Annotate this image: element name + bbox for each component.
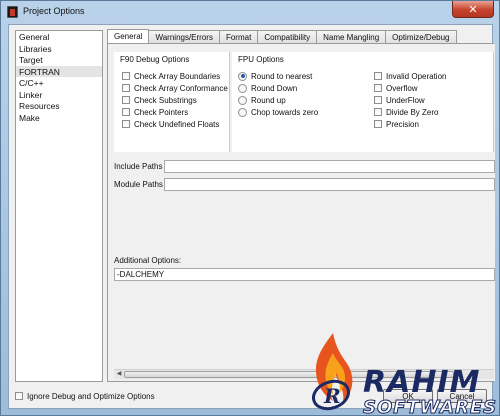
radio-round-up[interactable]: Round up — [238, 95, 286, 105]
round-up-label: Round up — [251, 95, 286, 105]
divide-by-zero-label: Divide By Zero — [386, 107, 439, 117]
overflow-label: Overflow — [386, 83, 418, 93]
include-paths-label: Include Paths — [114, 162, 163, 171]
watermark: R RAHIM SOFTWARES — [301, 323, 500, 416]
round-to-nearest-label: Round to nearest — [251, 71, 313, 81]
project-options-window: Project Options ✕ General Libraries Target… — [0, 0, 500, 416]
include-paths-input[interactable] — [164, 160, 495, 173]
tab-warnings-errors[interactable]: Warnings/Errors — [148, 30, 220, 44]
nav-item-make[interactable]: Make — [16, 112, 102, 124]
checkbox-box[interactable] — [15, 392, 23, 400]
check-substrings-label: Check Substrings — [134, 95, 197, 105]
nav-item-c-c[interactable]: C/C++ — [16, 77, 102, 89]
app-icon — [7, 6, 18, 18]
fpu-options-group: FPU Options Round to nearest Round Down Ro… — [232, 52, 494, 152]
nav-item-resources[interactable]: Resources — [16, 100, 102, 112]
check-undefined-floats-label: Check Undefined Floats — [134, 119, 220, 129]
checkbox-box[interactable] — [122, 108, 130, 116]
nav-item-linker[interactable]: Linker — [16, 89, 102, 101]
scroll-left-arrow-icon[interactable]: ◀ — [114, 370, 124, 379]
nav-item-fortran[interactable]: FORTRAN — [16, 65, 102, 77]
module-paths-label: Module Paths — [114, 180, 163, 189]
category-list: General Libraries Target FORTRAN C/C++ Linker… — [15, 30, 103, 382]
nav-item-libraries[interactable]: Libraries — [16, 43, 102, 55]
watermark-subtitle: SOFTWARES — [362, 397, 498, 416]
tab-name-mangling[interactable]: Name Mangling — [316, 30, 387, 44]
close-button[interactable]: ✕ — [452, 1, 494, 18]
tab-general[interactable]: General — [107, 29, 150, 44]
nav-item-target[interactable]: Target — [16, 54, 102, 66]
radio-circle[interactable] — [238, 107, 247, 117]
checkbox-box[interactable] — [374, 120, 382, 128]
tab-compatibility[interactable]: Compatibility — [257, 30, 318, 44]
radio-circle[interactable] — [238, 71, 247, 81]
f90-debug-title: F90 Debug Options — [120, 55, 190, 64]
tab-optimize-debug[interactable]: Optimize/Debug — [385, 30, 457, 44]
ignore-debug-checkbox[interactable]: Ignore Debug and Optimize Options — [15, 391, 155, 401]
invalid-operation-checkbox[interactable]: Invalid Operation — [374, 71, 446, 81]
title-bar[interactable]: Project Options ✕ — [1, 1, 499, 23]
check-undefined-floats-checkbox[interactable]: Check Undefined Floats — [122, 119, 219, 129]
radio-round-to-nearest[interactable]: Round to nearest — [238, 71, 312, 81]
precision-label: Precision — [386, 119, 419, 129]
check-pointers-checkbox[interactable]: Check Pointers — [122, 107, 188, 117]
tab-strip: General Warnings/Errors Format Compatibilit… — [107, 29, 457, 44]
watermark-title: RAHIM — [363, 365, 481, 400]
ignore-debug-label: Ignore Debug and Optimize Options — [27, 391, 155, 401]
checkbox-box[interactable] — [374, 72, 382, 80]
watermark-logo-letter: R — [323, 384, 341, 408]
additional-options-label: Additional Options: — [114, 256, 182, 265]
radio-circle[interactable] — [238, 83, 247, 93]
round-down-label: Round Down — [251, 83, 298, 93]
checkbox-box[interactable] — [122, 84, 130, 92]
check-array-boundaries-label: Check Array Boundaries — [134, 71, 221, 81]
additional-options-input[interactable]: -DALCHEMY — [114, 268, 495, 281]
invalid-operation-label: Invalid Operation — [386, 71, 447, 81]
checkbox-box[interactable] — [374, 108, 382, 116]
overflow-checkbox[interactable]: Overflow — [374, 83, 418, 93]
check-array-conformance-label: Check Array Conformance — [134, 83, 228, 93]
underflow-checkbox[interactable]: UnderFlow — [374, 95, 425, 105]
checkbox-box[interactable] — [374, 96, 382, 104]
checkbox-box[interactable] — [122, 96, 130, 104]
module-paths-input[interactable] — [164, 178, 495, 191]
f90-debug-group: F90 Debug Options Check Array Boundaries… — [114, 52, 230, 152]
radio-circle[interactable] — [238, 95, 247, 105]
check-substrings-checkbox[interactable]: Check Substrings — [122, 95, 197, 105]
checkbox-box[interactable] — [374, 84, 382, 92]
flame-logo-icon: R — [312, 333, 353, 411]
radio-round-down[interactable]: Round Down — [238, 83, 297, 93]
divide-by-zero-checkbox[interactable]: Divide By Zero — [374, 107, 438, 117]
check-array-conformance-checkbox[interactable]: Check Array Conformance — [122, 83, 228, 93]
check-pointers-label: Check Pointers — [134, 107, 189, 117]
fpu-options-title: FPU Options — [238, 55, 284, 64]
tab-format[interactable]: Format — [218, 30, 259, 44]
window-title: Project Options — [23, 6, 85, 16]
nav-item-general[interactable]: General — [16, 31, 102, 43]
check-array-boundaries-checkbox[interactable]: Check Array Boundaries — [122, 71, 220, 81]
checkbox-box[interactable] — [122, 120, 130, 128]
chop-towards-zero-label: Chop towards zero — [251, 107, 319, 117]
radio-chop-towards-zero[interactable]: Chop towards zero — [238, 107, 318, 117]
precision-checkbox[interactable]: Precision — [374, 119, 419, 129]
checkbox-box[interactable] — [122, 72, 130, 80]
underflow-label: UnderFlow — [386, 95, 425, 105]
